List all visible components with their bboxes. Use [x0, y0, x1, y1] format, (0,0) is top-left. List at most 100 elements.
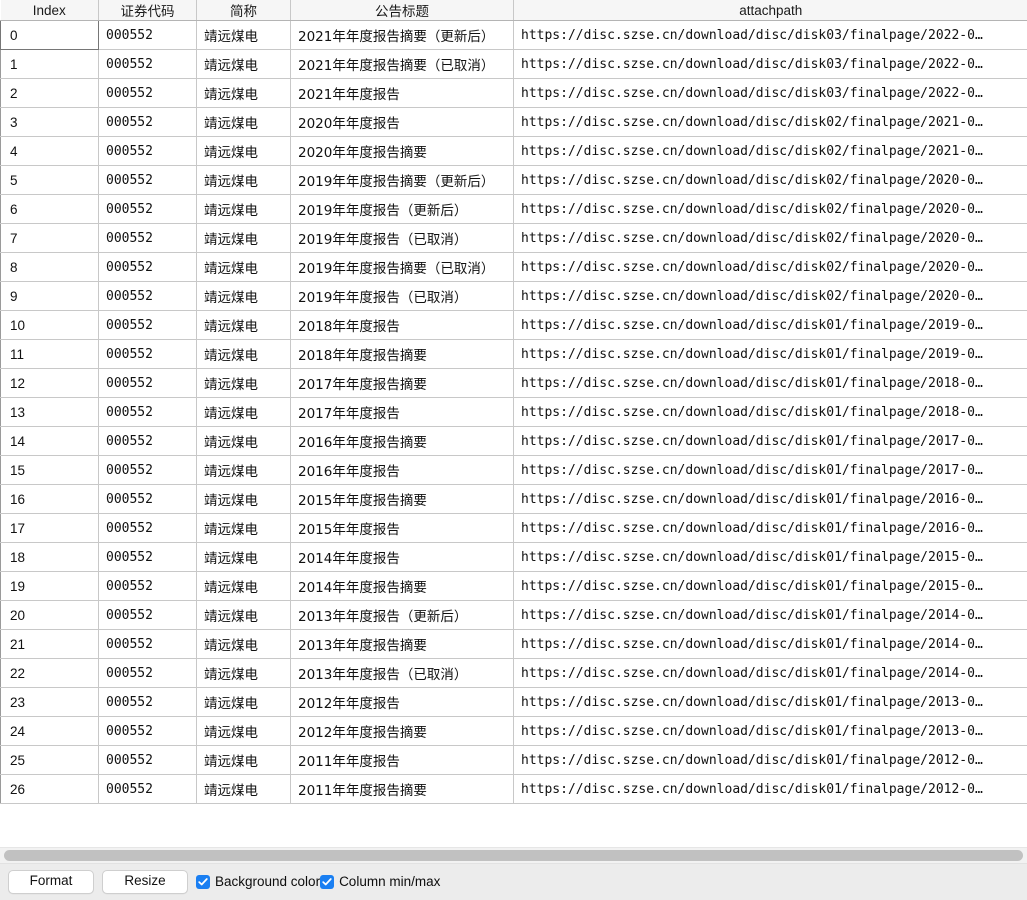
column-minmax-checkbox[interactable] — [320, 874, 335, 889]
cell-short-name[interactable]: 靖远煤电 — [196, 49, 291, 79]
cell-code[interactable]: 000552 — [98, 78, 197, 108]
cell-title[interactable]: 2016年年度报告摘要 — [290, 426, 514, 456]
resize-button[interactable]: Resize — [102, 869, 188, 894]
cell-index[interactable]: 6 — [0, 194, 99, 224]
cell-index[interactable]: 14 — [0, 426, 99, 456]
cell-short-name[interactable]: 靖远煤电 — [196, 368, 291, 398]
cell-title[interactable]: 2016年年度报告 — [290, 455, 514, 485]
table-row[interactable]: 9 000552 靖远煤电 2019年年度报告（已取消） https://disc.sz… — [0, 281, 1027, 311]
horizontal-scrollbar[interactable] — [0, 846, 1027, 863]
cell-attachpath[interactable]: https://disc.szse.cn/download/disc/disk0… — [513, 745, 1027, 775]
cell-code[interactable]: 000552 — [98, 281, 197, 311]
cell-index[interactable]: 11 — [0, 339, 99, 369]
cell-code[interactable]: 000552 — [98, 368, 197, 398]
cell-code[interactable]: 000552 — [98, 426, 197, 456]
cell-short-name[interactable]: 靖远煤电 — [196, 397, 291, 427]
cell-attachpath[interactable]: https://disc.szse.cn/download/disc/disk0… — [513, 368, 1027, 398]
cell-index[interactable]: 9 — [0, 281, 99, 311]
table-row[interactable]: 3 000552 靖远煤电 2020年年度报告 https://disc.szse.cn… — [0, 107, 1027, 137]
cell-attachpath[interactable]: https://disc.szse.cn/download/disc/disk0… — [513, 629, 1027, 659]
table-row[interactable]: 0 000552 靖远煤电 2021年年度报告摘要（更新后） https://disc.… — [0, 20, 1027, 50]
format-button[interactable]: Format — [8, 869, 94, 894]
horizontal-scrollbar-thumb[interactable] — [4, 849, 1023, 861]
table-row[interactable]: 26 000552 靖远煤电 2011年年度报告摘要 https://disc.szse… — [0, 774, 1027, 804]
cell-index[interactable]: 25 — [0, 745, 99, 775]
cell-title[interactable]: 2021年年度报告摘要（已取消） — [290, 49, 514, 79]
table-row[interactable]: 8 000552 靖远煤电 2019年年度报告摘要（已取消） https://disc.… — [0, 252, 1027, 282]
cell-title[interactable]: 2015年年度报告摘要 — [290, 484, 514, 514]
cell-attachpath[interactable]: https://disc.szse.cn/download/disc/disk0… — [513, 687, 1027, 717]
cell-index[interactable]: 22 — [0, 658, 99, 688]
table-row[interactable]: 2 000552 靖远煤电 2021年年度报告 https://disc.szse.cn… — [0, 78, 1027, 108]
table-row[interactable]: 5 000552 靖远煤电 2019年年度报告摘要（更新后） https://disc.… — [0, 165, 1027, 195]
column-header-index[interactable]: Index — [0, 0, 99, 21]
cell-code[interactable]: 000552 — [98, 687, 197, 717]
table-row[interactable]: 17 000552 靖远煤电 2015年年度报告 https://disc.szse.c… — [0, 513, 1027, 543]
cell-short-name[interactable]: 靖远煤电 — [196, 107, 291, 137]
cell-attachpath[interactable]: https://disc.szse.cn/download/disc/disk0… — [513, 252, 1027, 282]
cell-short-name[interactable]: 靖远煤电 — [196, 78, 291, 108]
cell-attachpath[interactable]: https://disc.szse.cn/download/disc/disk0… — [513, 658, 1027, 688]
cell-attachpath[interactable]: https://disc.szse.cn/download/disc/disk0… — [513, 136, 1027, 166]
cell-code[interactable]: 000552 — [98, 397, 197, 427]
cell-code[interactable]: 000552 — [98, 310, 197, 340]
column-header-code[interactable]: 证券代码 — [98, 0, 197, 21]
column-header-title[interactable]: 公告标题 — [290, 0, 514, 21]
cell-attachpath[interactable]: https://disc.szse.cn/download/disc/disk0… — [513, 542, 1027, 572]
column-minmax-checkbox-row[interactable]: Column min/max — [320, 874, 440, 889]
table-row[interactable]: 16 000552 靖远煤电 2015年年度报告摘要 https://disc.szse… — [0, 484, 1027, 514]
cell-short-name[interactable]: 靖远煤电 — [196, 629, 291, 659]
cell-code[interactable]: 000552 — [98, 223, 197, 253]
cell-title[interactable]: 2011年年度报告摘要 — [290, 774, 514, 804]
cell-index[interactable]: 15 — [0, 455, 99, 485]
cell-index[interactable]: 3 — [0, 107, 99, 137]
cell-title[interactable]: 2019年年度报告摘要（已取消） — [290, 252, 514, 282]
cell-index[interactable]: 2 — [0, 78, 99, 108]
table-scroll-area[interactable]: Index 证券代码 简称 公告标题 attachpath 0 000552 靖远煤… — [0, 0, 1027, 847]
table-row[interactable]: 4 000552 靖远煤电 2020年年度报告摘要 https://disc.szse.… — [0, 136, 1027, 166]
column-header-short-name[interactable]: 简称 — [196, 0, 291, 21]
cell-code[interactable]: 000552 — [98, 339, 197, 369]
cell-title[interactable]: 2020年年度报告摘要 — [290, 136, 514, 166]
cell-attachpath[interactable]: https://disc.szse.cn/download/disc/disk0… — [513, 397, 1027, 427]
background-color-checkbox-row[interactable]: Background color — [196, 874, 320, 889]
table-row[interactable]: 14 000552 靖远煤电 2016年年度报告摘要 https://disc.szse… — [0, 426, 1027, 456]
cell-short-name[interactable]: 靖远煤电 — [196, 542, 291, 572]
table-row[interactable]: 19 000552 靖远煤电 2014年年度报告摘要 https://disc.szse… — [0, 571, 1027, 601]
cell-code[interactable]: 000552 — [98, 542, 197, 572]
cell-attachpath[interactable]: https://disc.szse.cn/download/disc/disk0… — [513, 774, 1027, 804]
cell-index[interactable]: 16 — [0, 484, 99, 514]
cell-title[interactable]: 2017年年度报告摘要 — [290, 368, 514, 398]
cell-index[interactable]: 1 — [0, 49, 99, 79]
cell-index[interactable]: 23 — [0, 687, 99, 717]
cell-title[interactable]: 2019年年度报告（更新后） — [290, 194, 514, 224]
cell-attachpath[interactable]: https://disc.szse.cn/download/disc/disk0… — [513, 78, 1027, 108]
cell-title[interactable]: 2017年年度报告 — [290, 397, 514, 427]
cell-short-name[interactable]: 靖远煤电 — [196, 136, 291, 166]
cell-index[interactable]: 4 — [0, 136, 99, 166]
cell-code[interactable]: 000552 — [98, 571, 197, 601]
cell-short-name[interactable]: 靖远煤电 — [196, 165, 291, 195]
cell-index[interactable]: 13 — [0, 397, 99, 427]
cell-code[interactable]: 000552 — [98, 252, 197, 282]
cell-index[interactable]: 12 — [0, 368, 99, 398]
cell-title[interactable]: 2021年年度报告 — [290, 78, 514, 108]
cell-title[interactable]: 2019年年度报告摘要（更新后） — [290, 165, 514, 195]
table-row[interactable]: 18 000552 靖远煤电 2014年年度报告 https://disc.szse.c… — [0, 542, 1027, 572]
cell-attachpath[interactable]: https://disc.szse.cn/download/disc/disk0… — [513, 107, 1027, 137]
cell-short-name[interactable]: 靖远煤电 — [196, 484, 291, 514]
cell-code[interactable]: 000552 — [98, 484, 197, 514]
cell-attachpath[interactable]: https://disc.szse.cn/download/disc/disk0… — [513, 455, 1027, 485]
cell-code[interactable]: 000552 — [98, 49, 197, 79]
cell-index[interactable]: 19 — [0, 571, 99, 601]
cell-attachpath[interactable]: https://disc.szse.cn/download/disc/disk0… — [513, 484, 1027, 514]
cell-attachpath[interactable]: https://disc.szse.cn/download/disc/disk0… — [513, 716, 1027, 746]
cell-code[interactable]: 000552 — [98, 194, 197, 224]
cell-code[interactable]: 000552 — [98, 107, 197, 137]
cell-attachpath[interactable]: https://disc.szse.cn/download/disc/disk0… — [513, 600, 1027, 630]
cell-short-name[interactable]: 靖远煤电 — [196, 426, 291, 456]
cell-short-name[interactable]: 靖远煤电 — [196, 281, 291, 311]
cell-index[interactable]: 24 — [0, 716, 99, 746]
cell-short-name[interactable]: 靖远煤电 — [196, 194, 291, 224]
table-row[interactable]: 11 000552 靖远煤电 2018年年度报告摘要 https://disc.szse… — [0, 339, 1027, 369]
